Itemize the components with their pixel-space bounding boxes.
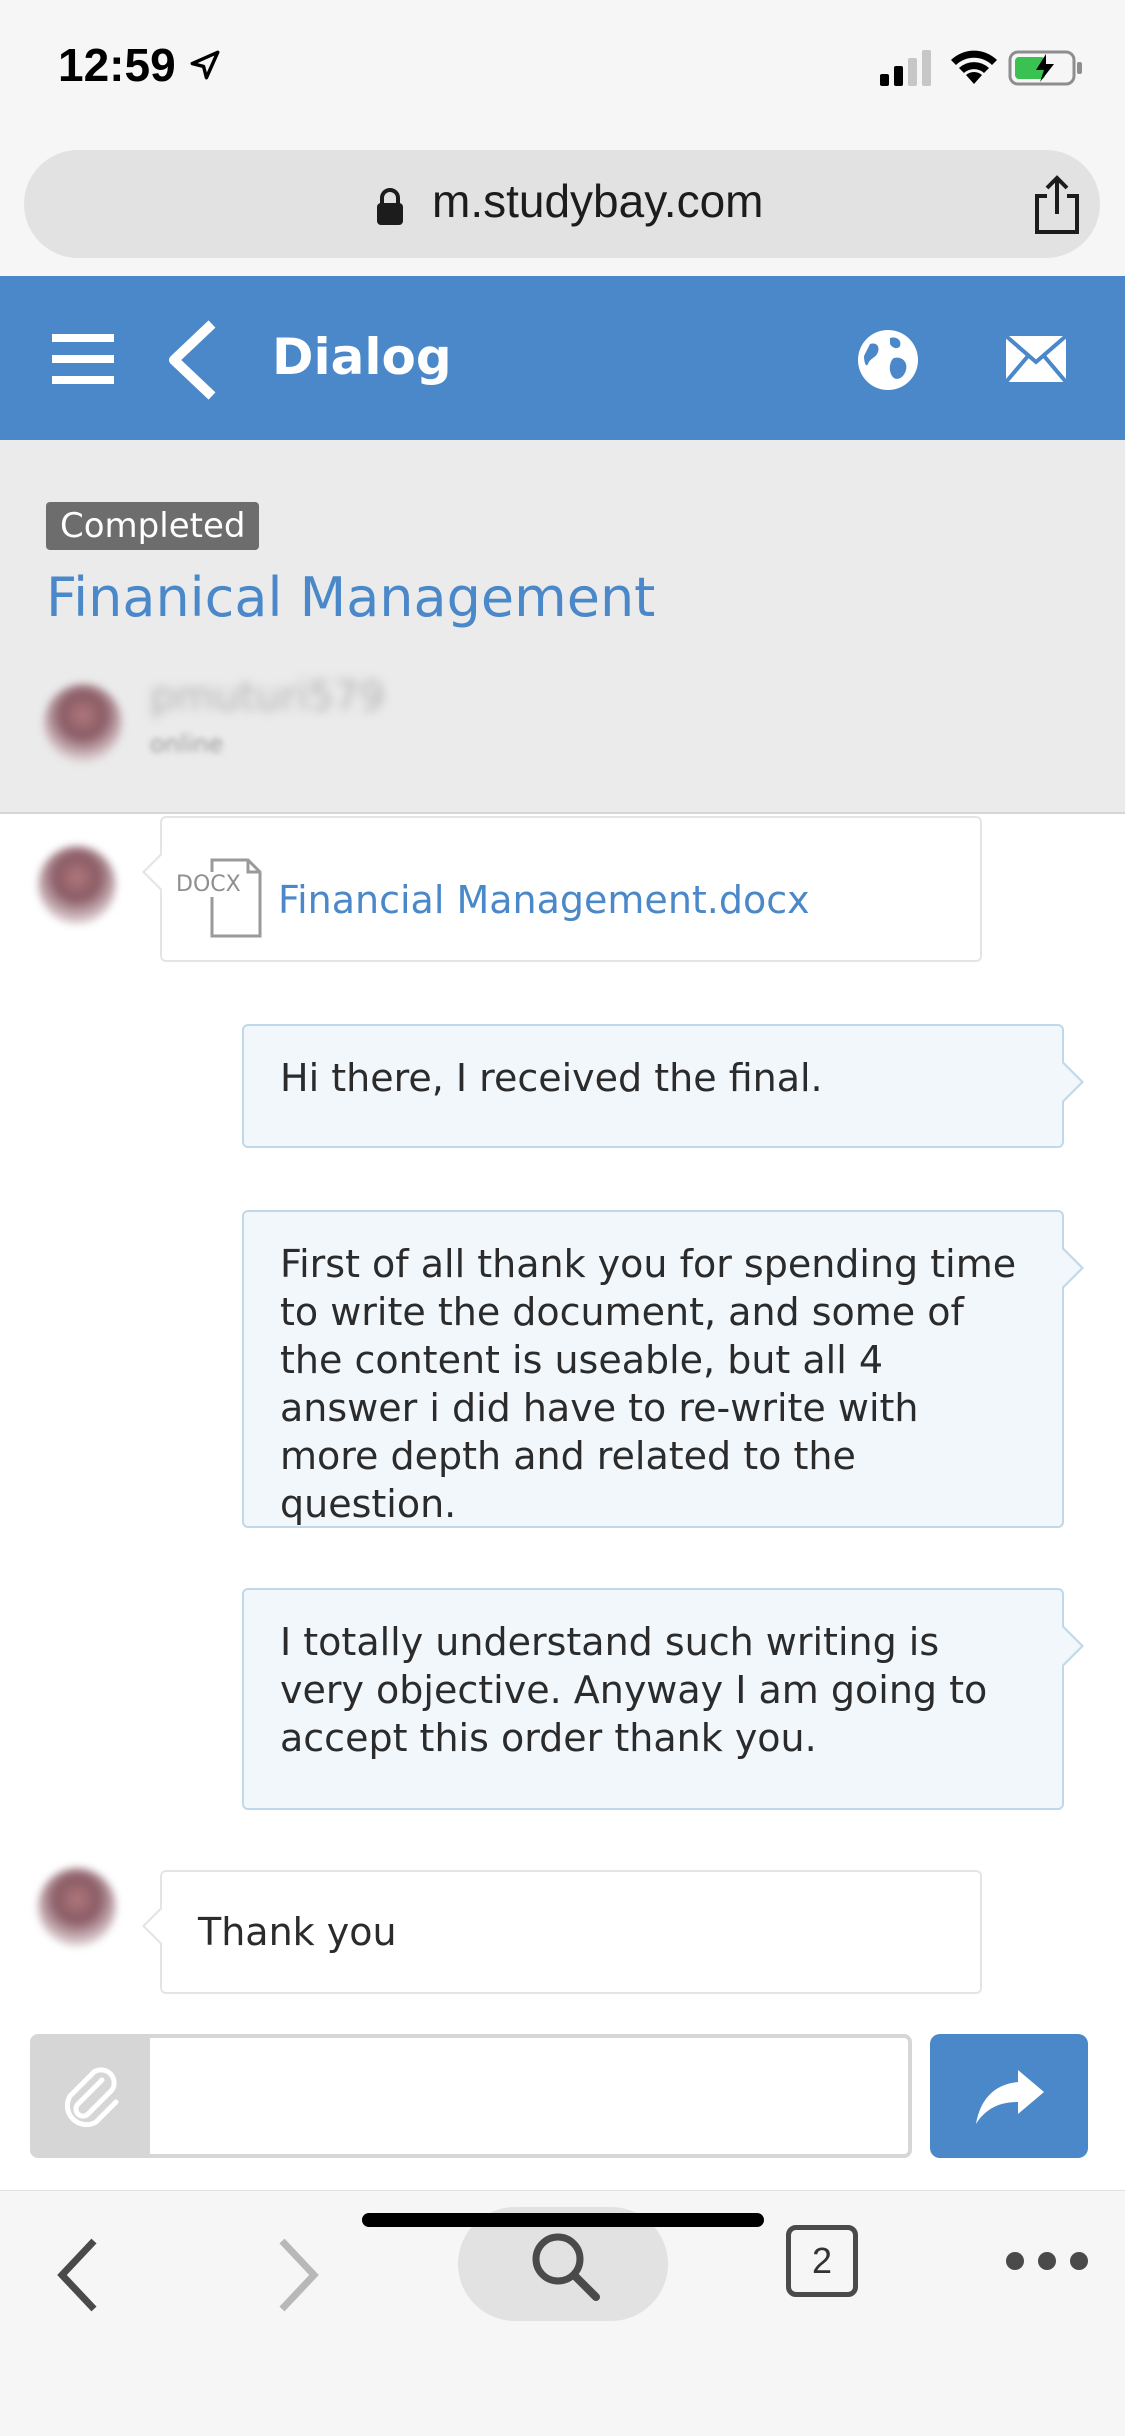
message-outgoing: Hi there, I received the final. — [242, 1024, 1084, 1148]
send-button[interactable] — [930, 2034, 1088, 2158]
lock-icon — [377, 188, 403, 225]
browser-url-area: m.studybay.com — [0, 140, 1125, 276]
docx-file-icon — [210, 858, 262, 938]
file-extension: DOCX — [174, 872, 243, 897]
user-name: pmuturi579 — [150, 674, 385, 720]
page: 12:59 m.studybay.com Dialog Completed Fi… — [0, 0, 1125, 2436]
menu-icon[interactable] — [50, 328, 116, 390]
share-icon[interactable] — [1029, 174, 1085, 236]
message-composer — [0, 2028, 1125, 2190]
address-bar[interactable]: m.studybay.com — [24, 150, 1100, 258]
back-icon[interactable] — [54, 2235, 102, 2315]
page-title: Dialog — [272, 328, 452, 386]
location-arrow-icon — [190, 50, 220, 80]
app-header: Dialog — [0, 276, 1125, 440]
avatar — [44, 684, 122, 762]
status-badge: Completed — [46, 502, 260, 550]
message-outgoing: I totally understand such writing is ver… — [242, 1588, 1084, 1810]
mail-icon[interactable] — [1004, 334, 1068, 384]
more-icon[interactable] — [1004, 2241, 1090, 2281]
browser-toolbar: 2 — [0, 2190, 1125, 2436]
back-chevron-icon[interactable] — [164, 318, 220, 402]
message-input[interactable] — [154, 2038, 904, 2154]
avatar — [38, 1868, 116, 1946]
wifi-icon — [951, 50, 997, 84]
send-arrow-icon — [976, 2070, 1044, 2124]
home-indicator — [362, 2213, 764, 2227]
signal-icon — [880, 50, 931, 86]
message-text: Thank you — [198, 1910, 397, 1954]
chat-thread: DOCX Financial Management.docx Hi there,… — [0, 816, 1125, 2028]
battery-icon — [1008, 50, 1082, 86]
status-time: 12:59 — [58, 39, 176, 91]
status-bar: 12:59 — [0, 0, 1125, 140]
user-status: online — [150, 730, 224, 758]
composer-field — [30, 2034, 912, 2158]
avatar — [38, 846, 116, 924]
url-text: m.studybay.com — [432, 175, 764, 227]
message-incoming-file: DOCX Financial Management.docx — [142, 816, 982, 962]
message-incoming: Thank you — [142, 1870, 982, 1994]
globe-icon[interactable] — [856, 328, 920, 392]
message-outgoing: First of all thank you for spending time… — [242, 1210, 1084, 1528]
file-link[interactable]: Financial Management.docx — [278, 878, 810, 922]
attach-button[interactable] — [34, 2038, 150, 2154]
order-info: Completed Finanical Management pmuturi57… — [0, 440, 1125, 814]
forward-icon[interactable] — [274, 2235, 322, 2315]
order-title[interactable]: Finanical Management — [46, 566, 655, 629]
search-icon — [532, 2233, 600, 2301]
tabs-button[interactable]: 2 — [786, 2225, 858, 2297]
paperclip-icon — [64, 2067, 119, 2128]
